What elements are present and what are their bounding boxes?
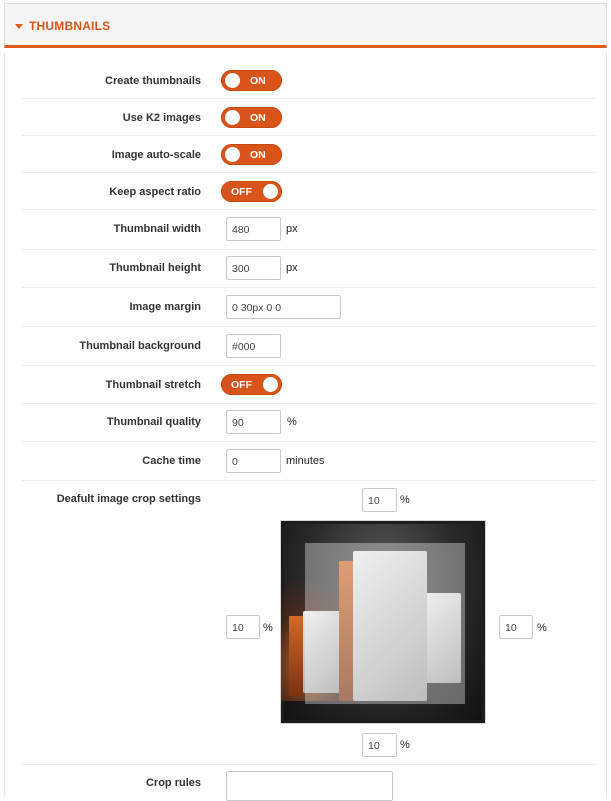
crop-right-unit: %: [537, 622, 547, 634]
row-divider: [22, 249, 595, 250]
image-margin-input[interactable]: 0 30px 0 0: [226, 295, 341, 319]
image-auto-scale-label: Image auto-scale: [111, 149, 201, 161]
crop-preview-image[interactable]: [280, 520, 486, 724]
toggle-knob: [225, 110, 240, 125]
section-header[interactable]: THUMBNAILS: [4, 3, 607, 48]
use-k2-images-toggle[interactable]: ON: [221, 107, 282, 128]
cache-time-unit: minutes: [286, 455, 325, 467]
toggle-state: ON: [250, 112, 266, 124]
crop-rules-textarea[interactable]: [226, 771, 393, 801]
thumbnail-stretch-label: Thumbnail stretch: [105, 379, 201, 391]
product-box-side: [289, 616, 303, 696]
row-divider: [22, 441, 595, 442]
cache-time-input[interactable]: 0: [226, 449, 281, 473]
row-divider: [22, 480, 595, 481]
thumbnail-quality-input[interactable]: 90: [226, 410, 281, 434]
toggle-state: OFF: [231, 379, 252, 391]
thumbnail-stretch-toggle[interactable]: OFF: [221, 374, 282, 395]
keep-aspect-ratio-toggle[interactable]: OFF: [221, 181, 282, 202]
crop-right-input[interactable]: 10: [499, 615, 533, 639]
crop-top-input[interactable]: 10: [362, 488, 397, 512]
thumbnail-width-input[interactable]: 480: [226, 217, 281, 241]
toggle-state: OFF: [231, 186, 252, 198]
create-thumbnails-label: Create thumbnails: [105, 75, 201, 87]
cache-time-label: Cache time: [142, 455, 201, 467]
section-title: THUMBNAILS: [29, 19, 111, 33]
image-margin-label: Image margin: [129, 301, 201, 313]
row-divider: [22, 135, 595, 136]
toggle-knob: [225, 73, 240, 88]
crop-area-overlay[interactable]: [305, 543, 465, 704]
use-k2-images-label: Use K2 images: [122, 112, 201, 124]
toggle-state: ON: [250, 75, 266, 87]
crop-bottom-unit: %: [400, 739, 410, 751]
crop-left-unit: %: [263, 622, 273, 634]
create-thumbnails-toggle[interactable]: ON: [221, 70, 282, 91]
toggle-state: ON: [250, 149, 266, 161]
row-divider: [22, 172, 595, 173]
thumbnail-width-unit: px: [286, 223, 298, 235]
toggle-knob: [263, 377, 278, 392]
thumbnail-background-input[interactable]: #000: [226, 334, 281, 358]
caret-down-icon: [15, 24, 23, 29]
row-divider: [22, 365, 595, 366]
thumbnail-height-unit: px: [286, 262, 298, 274]
keep-aspect-ratio-label: Keep aspect ratio: [109, 186, 201, 198]
row-divider: [22, 326, 595, 327]
crop-rules-label: Crop rules: [145, 777, 201, 789]
thumbnail-quality-label: Thumbnail quality: [106, 416, 201, 428]
row-divider: [22, 287, 595, 288]
row-divider: [22, 209, 595, 210]
thumbnail-height-input[interactable]: 300: [226, 256, 281, 280]
row-divider: [22, 403, 595, 404]
thumbnail-quality-unit: %: [287, 416, 297, 428]
crop-top-unit: %: [400, 494, 410, 506]
row-divider: [22, 98, 595, 99]
crop-left-input[interactable]: 10: [226, 615, 260, 639]
toggle-knob: [263, 184, 278, 199]
crop-bottom-input[interactable]: 10: [362, 733, 397, 757]
thumbnail-width-label: Thumbnail width: [113, 223, 201, 235]
toggle-knob: [225, 147, 240, 162]
image-auto-scale-toggle[interactable]: ON: [221, 144, 282, 165]
crop-settings-label: Deafult image crop settings: [56, 493, 201, 505]
thumbnail-height-label: Thumbnail height: [109, 262, 201, 274]
row-divider: [22, 764, 595, 765]
thumbnail-background-label: Thumbnail background: [79, 340, 201, 352]
